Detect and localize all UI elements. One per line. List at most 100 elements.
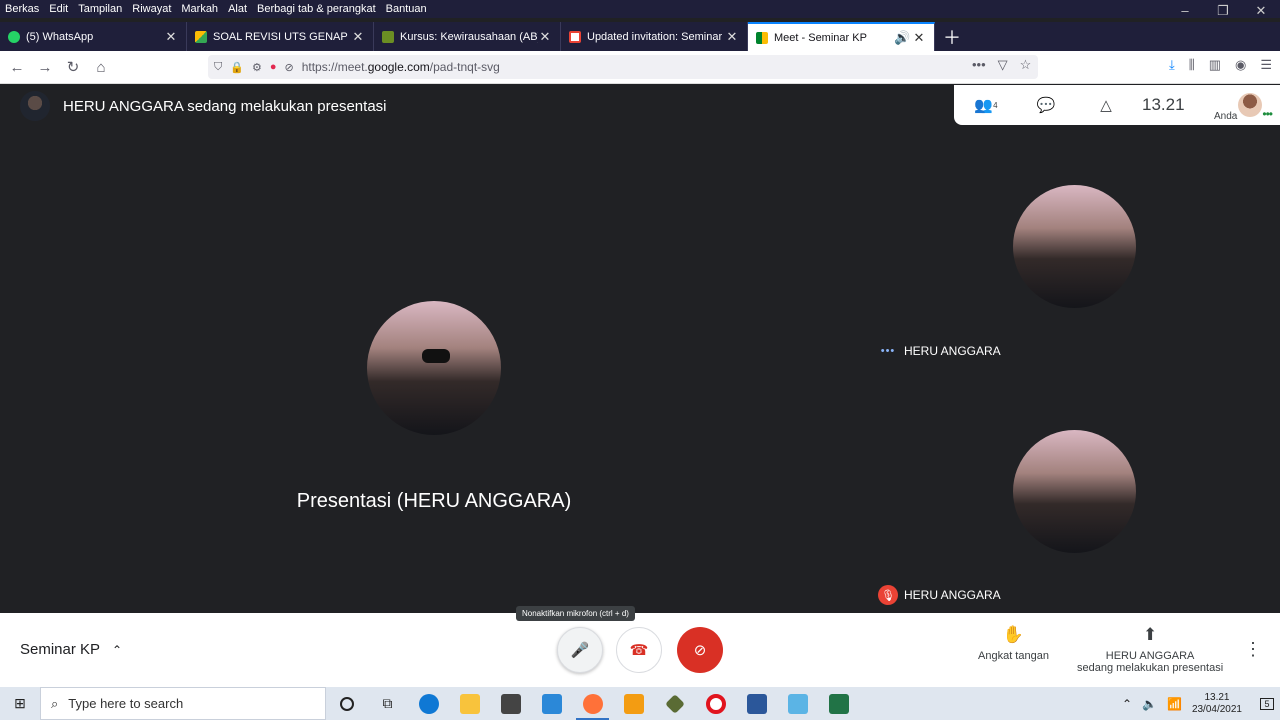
menu-berbagi[interactable]: Berbagi tab & perangkat — [257, 3, 376, 15]
forward-icon[interactable]: → — [32, 54, 58, 80]
chat-icon[interactable]: 💬 — [1026, 85, 1066, 125]
close-tab-icon[interactable]: ✕ — [725, 29, 739, 45]
menu-alat[interactable]: Alat — [228, 3, 247, 15]
tab-meet[interactable]: Meet - Seminar KP 🔊 ✕ — [748, 22, 935, 51]
orange-app-icon[interactable] — [613, 687, 654, 720]
menu-berkas[interactable]: Berkas — [5, 3, 39, 15]
participant-tile[interactable]: 🎙 HERU ANGGARA — [868, 369, 1280, 613]
speaker-icon[interactable]: 🔊 — [894, 30, 910, 46]
download-icon[interactable]: ⤓ — [1169, 57, 1175, 73]
pocket-icon[interactable]: ▽ — [998, 57, 1008, 73]
tab-label: Updated invitation: Seminar KP — [587, 30, 725, 43]
word-icon[interactable] — [736, 687, 777, 720]
speaking-indicator-icon: ••• — [880, 345, 896, 357]
self-view[interactable]: Anda ••• — [1214, 91, 1273, 122]
back-icon[interactable]: ← — [4, 54, 30, 80]
drive-favicon-icon — [195, 30, 207, 43]
hamburger-menu-icon[interactable]: ☰ — [1260, 57, 1272, 73]
presenting-button[interactable]: ⬆ HERU ANGGARA sedang melakukan presenta… — [1077, 625, 1223, 674]
whatsapp-favicon-icon — [8, 30, 20, 43]
reload-icon[interactable]: ↻ — [60, 54, 86, 80]
main-stage: HERU ANGGARA sedang melakukan presentasi… — [0, 85, 868, 613]
participant-tile[interactable]: ••• HERU ANGGARA — [868, 125, 1280, 369]
url-path: /pad-tnqt-svg — [429, 60, 500, 74]
new-tab-icon[interactable]: ＋ — [943, 24, 961, 50]
url-bar[interactable]: ⛉ 🔒 ⚙ ● ⊘ https://meet. google.com/pad-tn… — [208, 55, 1038, 79]
excel-icon[interactable] — [818, 687, 859, 720]
chevron-up-icon[interactable]: ⌃ — [1122, 697, 1132, 711]
menu-markah[interactable]: Markah — [181, 3, 218, 15]
taskbar-clock[interactable]: 13.21 23/04/2021 — [1192, 692, 1242, 716]
library-icon[interactable]: ⫼ — [1189, 57, 1195, 73]
meeting-details-toggle[interactable]: Seminar KP ⌃ — [20, 641, 122, 658]
leave-call-button[interactable]: ☎ — [616, 627, 662, 673]
close-tab-icon[interactable]: ✕ — [538, 29, 552, 45]
participants-icon[interactable]: 👥 4 — [966, 85, 1006, 125]
camera-blocked-icon[interactable]: ⊘ — [284, 61, 293, 74]
participant-name-row: 🎙 HERU ANGGARA — [878, 585, 1001, 605]
restore-icon[interactable]: ❐ — [1204, 0, 1242, 24]
blue-app-icon[interactable] — [777, 687, 818, 720]
meet-control-bar: Seminar KP ⌃ Nonaktifkan mikrofon (ctrl … — [0, 606, 1280, 687]
present-screen-icon: ⬆ — [1142, 625, 1158, 644]
network-icon[interactable]: 📶 — [1167, 697, 1182, 711]
participant-count: 4 — [993, 100, 998, 110]
menu-bantuan[interactable]: Bantuan — [386, 3, 427, 15]
navigation-bar: ← → ↻ ⌂ ⛉ 🔒 ⚙ ● ⊘ https://meet. google.co… — [0, 51, 1280, 84]
bookmark-star-icon[interactable]: ☆ — [1020, 57, 1032, 73]
account-icon[interactable]: ◉ — [1235, 57, 1246, 73]
cortana-icon[interactable] — [326, 687, 367, 720]
minimize-icon[interactable]: – — [1166, 0, 1204, 24]
moodle-favicon-icon — [382, 30, 394, 43]
tab-label: (5) WhatsApp — [26, 30, 94, 43]
close-tab-icon[interactable]: ✕ — [912, 30, 926, 46]
mail-icon[interactable] — [531, 687, 572, 720]
url-host: google.com — [367, 60, 430, 74]
activities-icon[interactable]: △ — [1086, 85, 1126, 125]
shield-icon[interactable]: ⛉ — [214, 61, 222, 74]
opera-icon[interactable] — [695, 687, 736, 720]
tab-soal-revisi[interactable]: SOAL REVISI UTS GENAP 20/21 ✕ — [187, 22, 374, 51]
home-icon[interactable]: ⌂ — [88, 54, 114, 80]
search-icon: ⌕ — [51, 695, 59, 711]
meet-top-bar: 👥 4 💬 △ 13.21 Anda ••• — [954, 85, 1280, 125]
more-options-icon[interactable]: ⋮ — [1244, 639, 1262, 660]
microphone-active-icon[interactable]: ● — [270, 61, 277, 73]
participant-name: HERU ANGGARA — [904, 588, 1001, 602]
close-tab-icon[interactable]: ✕ — [351, 29, 365, 45]
close-window-icon[interactable]: ✕ — [1242, 0, 1280, 24]
self-label: Anda — [1214, 111, 1238, 122]
tab-kursus[interactable]: Kursus: Kewirausahaan (AB) ✕ — [374, 22, 561, 51]
presenter-profile-photo — [367, 301, 501, 435]
meet-favicon-icon — [756, 31, 768, 44]
menu-tampilan[interactable]: Tampilan — [78, 3, 122, 15]
camera-button[interactable]: ⊘ — [677, 627, 723, 673]
permissions-icon[interactable]: ⚙ — [252, 61, 262, 74]
tab-label: SOAL REVISI UTS GENAP 20/21 — [213, 30, 351, 43]
volume-icon[interactable]: 🔈 — [1142, 697, 1157, 711]
self-avatar — [1238, 93, 1262, 117]
microphone-button[interactable]: 🎤 — [557, 627, 603, 673]
store-icon[interactable] — [490, 687, 531, 720]
close-tab-icon[interactable]: ✕ — [164, 29, 178, 45]
sidebar-icon[interactable]: ▥ — [1209, 57, 1221, 73]
mask-shape — [422, 349, 450, 363]
edge-icon[interactable] — [408, 687, 449, 720]
tab-whatsapp[interactable]: (5) WhatsApp ✕ — [0, 22, 187, 51]
file-explorer-icon[interactable] — [449, 687, 490, 720]
taskbar-search-input[interactable]: ⌕ Type here to search — [40, 687, 326, 720]
menu-edit[interactable]: Edit — [49, 3, 68, 15]
tab-gmail-invitation[interactable]: Updated invitation: Seminar KP ✕ — [561, 22, 748, 51]
windows-start-icon[interactable]: ⊞ — [0, 687, 40, 720]
task-view-icon[interactable]: ⧉ — [367, 687, 408, 720]
raise-hand-button[interactable]: ✋ Angkat tangan — [978, 625, 1049, 662]
notification-center-icon[interactable]: 5 — [1254, 687, 1280, 720]
meeting-clock: 13.21 — [1142, 95, 1185, 114]
lock-icon[interactable]: 🔒 — [230, 61, 244, 74]
tab-strip: (5) WhatsApp ✕ SOAL REVISI UTS GENAP 20/… — [0, 22, 1280, 51]
gmail-favicon-icon — [569, 30, 581, 43]
menu-riwayat[interactable]: Riwayat — [132, 3, 171, 15]
firefox-icon[interactable] — [572, 687, 613, 720]
green-app-icon[interactable] — [654, 687, 695, 720]
page-actions-icon[interactable]: ••• — [972, 57, 986, 73]
